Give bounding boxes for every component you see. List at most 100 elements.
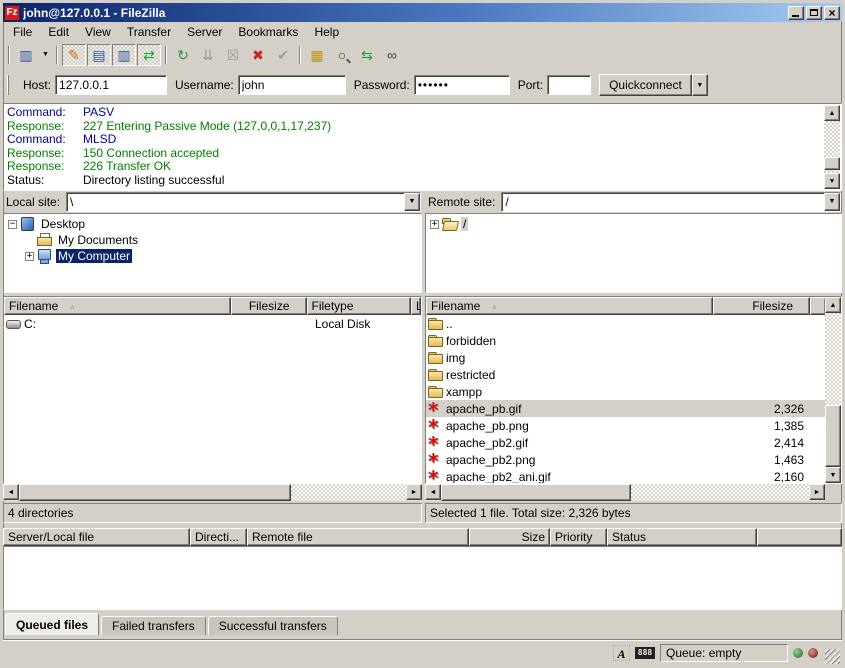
file-row[interactable]: apache_pb2.gif 2,414 [426,434,826,451]
scrollbar-thumb[interactable] [825,405,841,467]
synchronized-browsing-icon[interactable]: ⇆ [355,44,379,66]
reconnect-icon[interactable]: ✔ [271,44,295,66]
column-status[interactable]: Status [607,528,757,546]
local-site-combo[interactable]: \ ▼ [66,192,421,212]
scroll-up-icon[interactable]: ▲ [825,297,841,313]
log-scrollbar[interactable]: ▲ ▼ [824,105,840,189]
scroll-down-icon[interactable]: ▼ [825,467,841,483]
app-icon[interactable]: Fz [5,6,19,20]
local-file-list: Filename ▵ Filesize Filetype L [3,296,422,484]
maximize-button[interactable] [806,6,822,20]
quickconnect-dropdown-icon[interactable]: ▼ [692,74,708,96]
column-filesize[interactable]: Filesize [231,297,307,315]
column-filename[interactable]: Filename ▵ [4,297,231,315]
remote-vertical-scrollbar[interactable]: ▲ ▼ [825,297,841,483]
tree-item-root[interactable]: + / [426,216,841,232]
column-filesize[interactable]: Filesize [713,297,810,315]
scroll-left-icon[interactable]: ◄ [3,484,19,500]
tree-item-label: Desktop [39,217,87,231]
scroll-right-icon[interactable]: ► [809,484,825,500]
chevron-down-icon[interactable]: ▼ [404,193,420,211]
remote-site-value[interactable]: / [502,193,824,211]
column-direction[interactable]: Directi... [190,528,247,546]
tab-failed-transfers[interactable]: Failed transfers [101,616,206,635]
remote-horizontal-scrollbar[interactable]: ◄ ► [425,484,825,501]
resize-grip[interactable] [825,649,840,664]
username-input[interactable] [238,75,346,95]
scroll-up-icon[interactable]: ▲ [824,105,840,121]
tree-item-my-documents[interactable]: My Documents [4,232,421,248]
column-filler[interactable] [757,528,842,546]
speed-limits-icon[interactable]: 888 [635,647,655,659]
column-last-modified[interactable]: L [411,297,421,315]
scrollbar-thumb[interactable] [441,484,631,501]
tree-item-desktop[interactable]: − Desktop [4,216,421,232]
activity-led-red [808,648,818,658]
transfer-type-icon[interactable]: A [613,645,630,661]
site-manager-icon[interactable]: ▥ [14,44,38,66]
scrollbar-thumb[interactable] [824,157,840,170]
file-row[interactable]: .. [426,315,826,332]
site-manager-dropdown-icon[interactable]: ▼ [39,44,52,66]
file-row[interactable]: apache_pb.png 1,385 [426,417,826,434]
column-filler[interactable] [810,297,826,315]
file-row[interactable]: forbidden [426,332,826,349]
local-site-value[interactable]: \ [67,193,404,211]
toggle-remote-tree-icon[interactable]: ▥ [112,44,136,66]
column-priority[interactable]: Priority [550,528,607,546]
menu-help[interactable]: Help [306,23,347,41]
tab-successful-transfers[interactable]: Successful transfers [208,616,338,635]
scroll-right-icon[interactable]: ► [406,484,422,500]
refresh-icon[interactable]: ↻ [171,44,195,66]
tab-queued-files[interactable]: Queued files [5,613,99,635]
tree-expander-icon[interactable]: − [8,220,17,229]
chevron-down-icon[interactable]: ▼ [824,193,840,211]
process-queue-icon[interactable]: ⇊ [196,44,220,66]
close-button[interactable] [824,6,840,20]
host-label: Host: [23,78,51,92]
quickconnect-button[interactable]: Quickconnect [599,74,692,96]
menu-bookmarks[interactable]: Bookmarks [230,23,306,41]
menu-server[interactable]: Server [179,23,230,41]
tree-expander-icon[interactable]: + [25,252,34,261]
menu-edit[interactable]: Edit [40,23,77,41]
file-row[interactable]: restricted [426,366,826,383]
tree-item-my-computer[interactable]: + My Computer [4,248,421,264]
scroll-down-icon[interactable]: ▼ [824,173,840,189]
file-row[interactable]: apache_pb2_ani.gif 2,160 [426,468,826,484]
column-filetype[interactable]: Filetype [307,297,412,315]
column-remote-file[interactable]: Remote file [247,528,469,546]
remote-site-combo[interactable]: / ▼ [501,192,841,212]
column-filename[interactable]: Filename ▵ [426,297,713,315]
menu-file[interactable]: File [5,23,40,41]
directory-comparison-icon[interactable]: ▦ [305,44,329,66]
tree-expander-icon[interactable]: + [430,220,439,229]
column-label: Filesize [752,299,793,313]
file-search-icon[interactable]: ○ [330,44,354,66]
file-row[interactable]: C: Local Disk [4,315,421,332]
toggle-message-log-icon[interactable]: ✎ [62,44,86,66]
toggle-transfer-queue-icon[interactable]: ⇄ [137,44,161,66]
file-row[interactable]: apache_pb2.png 1,463 [426,451,826,468]
password-input[interactable] [414,75,510,95]
cancel-operation-icon[interactable]: ☒ [221,44,245,66]
scroll-left-icon[interactable]: ◄ [425,484,441,500]
column-label: Directi... [195,530,239,544]
scrollbar-thumb[interactable] [19,484,291,501]
column-server-local-file[interactable]: Server/Local file [3,528,190,546]
toggle-local-tree-icon[interactable]: ▤ [87,44,111,66]
port-input[interactable] [547,75,591,95]
documents-icon [37,233,53,247]
host-input[interactable] [55,75,167,95]
file-row[interactable]: img [426,349,826,366]
column-size[interactable]: Size [469,528,550,546]
image-file-icon [428,419,444,433]
menu-transfer[interactable]: Transfer [119,23,179,41]
file-row[interactable]: apache_pb.gif 2,326 [426,400,826,417]
menu-view[interactable]: View [77,23,119,41]
minimize-button[interactable] [788,6,804,20]
file-row[interactable]: xampp [426,383,826,400]
disconnect-icon[interactable]: ✖ [246,44,270,66]
local-horizontal-scrollbar[interactable]: ◄ ► [3,484,422,501]
filter-icon[interactable]: ∞ [380,44,404,66]
